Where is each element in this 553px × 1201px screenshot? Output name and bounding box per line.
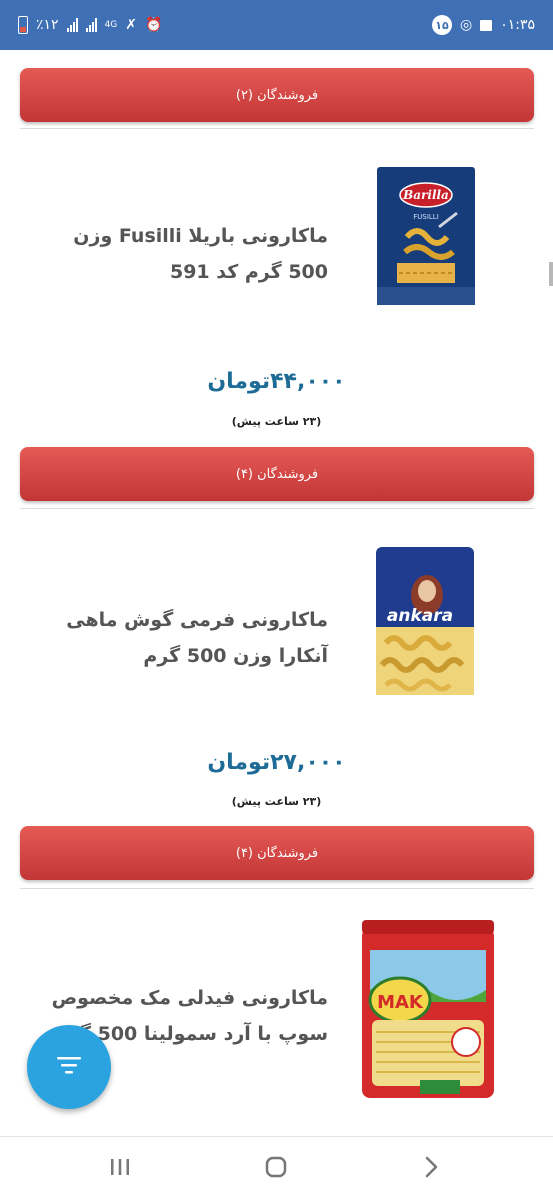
product-image[interactable]: ankara xyxy=(372,547,478,695)
vendors-button[interactable]: فروشندگان (۴) xyxy=(20,447,534,501)
notification-count-badge: ۱۵ xyxy=(431,15,452,35)
battery-percent: ٪۱۲ xyxy=(36,17,59,33)
brand-label: Barilla xyxy=(402,188,449,202)
time-ago: (۲۳ ساعت پیش) xyxy=(231,795,322,808)
recents-button[interactable] xyxy=(70,1137,170,1201)
wifi-off-icon: ✗ xyxy=(125,17,137,33)
clock: ۰۱:۳۵ xyxy=(500,17,535,33)
filter-icon xyxy=(55,1055,83,1079)
home-button[interactable] xyxy=(226,1137,326,1201)
home-icon xyxy=(264,1155,288,1183)
network-type: 4G xyxy=(104,19,118,30)
vendors-button[interactable]: فروشندگان (۲) xyxy=(20,68,534,122)
brand-label: MAK xyxy=(377,992,424,1013)
product-price: ۴۴,۰۰۰تومان xyxy=(207,369,346,394)
alarm-icon: ⏰ xyxy=(145,17,163,33)
scroll-indicator[interactable] xyxy=(549,262,553,286)
back-button[interactable] xyxy=(381,1137,481,1201)
back-icon xyxy=(421,1155,441,1183)
battery-icon xyxy=(18,16,28,34)
navigation-bar xyxy=(0,1136,553,1200)
vendors-button[interactable]: فروشندگان (۴) xyxy=(20,826,534,880)
status-right-icons: ۱۵ ◎ ۰۱:۳۵ xyxy=(431,15,535,35)
status-bar: ٪۱۲ 4G ✗ ⏰ ۱۵ ◎ ۰۱:۳۵ xyxy=(0,0,553,50)
brand-label: ankara xyxy=(387,606,453,626)
signal-icon xyxy=(66,18,78,32)
product-list[interactable]: فروشندگان (۲) Barilla FUSILLI ماکارونی ب… xyxy=(0,50,553,1136)
divider xyxy=(20,508,534,509)
recents-icon xyxy=(108,1157,132,1181)
sync-icon: ◎ xyxy=(459,17,473,33)
divider xyxy=(20,128,534,129)
divider xyxy=(20,888,534,889)
product-title[interactable]: ماکارونی باریلا Fusilli وزن 500 گرم کد 5… xyxy=(28,218,328,290)
time-ago: (۲۳ ساعت پیش) xyxy=(231,415,322,428)
filter-button[interactable] xyxy=(27,1025,111,1109)
product-title[interactable]: ماکارونی فرمی گوش ماهی آنکارا وزن 500 گر… xyxy=(28,602,328,674)
status-left-icons: ٪۱۲ 4G ✗ ⏰ xyxy=(18,16,162,34)
signal-icon-2 xyxy=(85,18,97,32)
product-price: ۲۷,۰۰۰تومان xyxy=(207,750,346,775)
image-icon xyxy=(480,19,493,31)
product-image[interactable]: MAK xyxy=(360,920,496,1102)
product-image[interactable]: Barilla FUSILLI xyxy=(377,167,475,305)
variety-label: FUSILLI xyxy=(413,213,439,221)
